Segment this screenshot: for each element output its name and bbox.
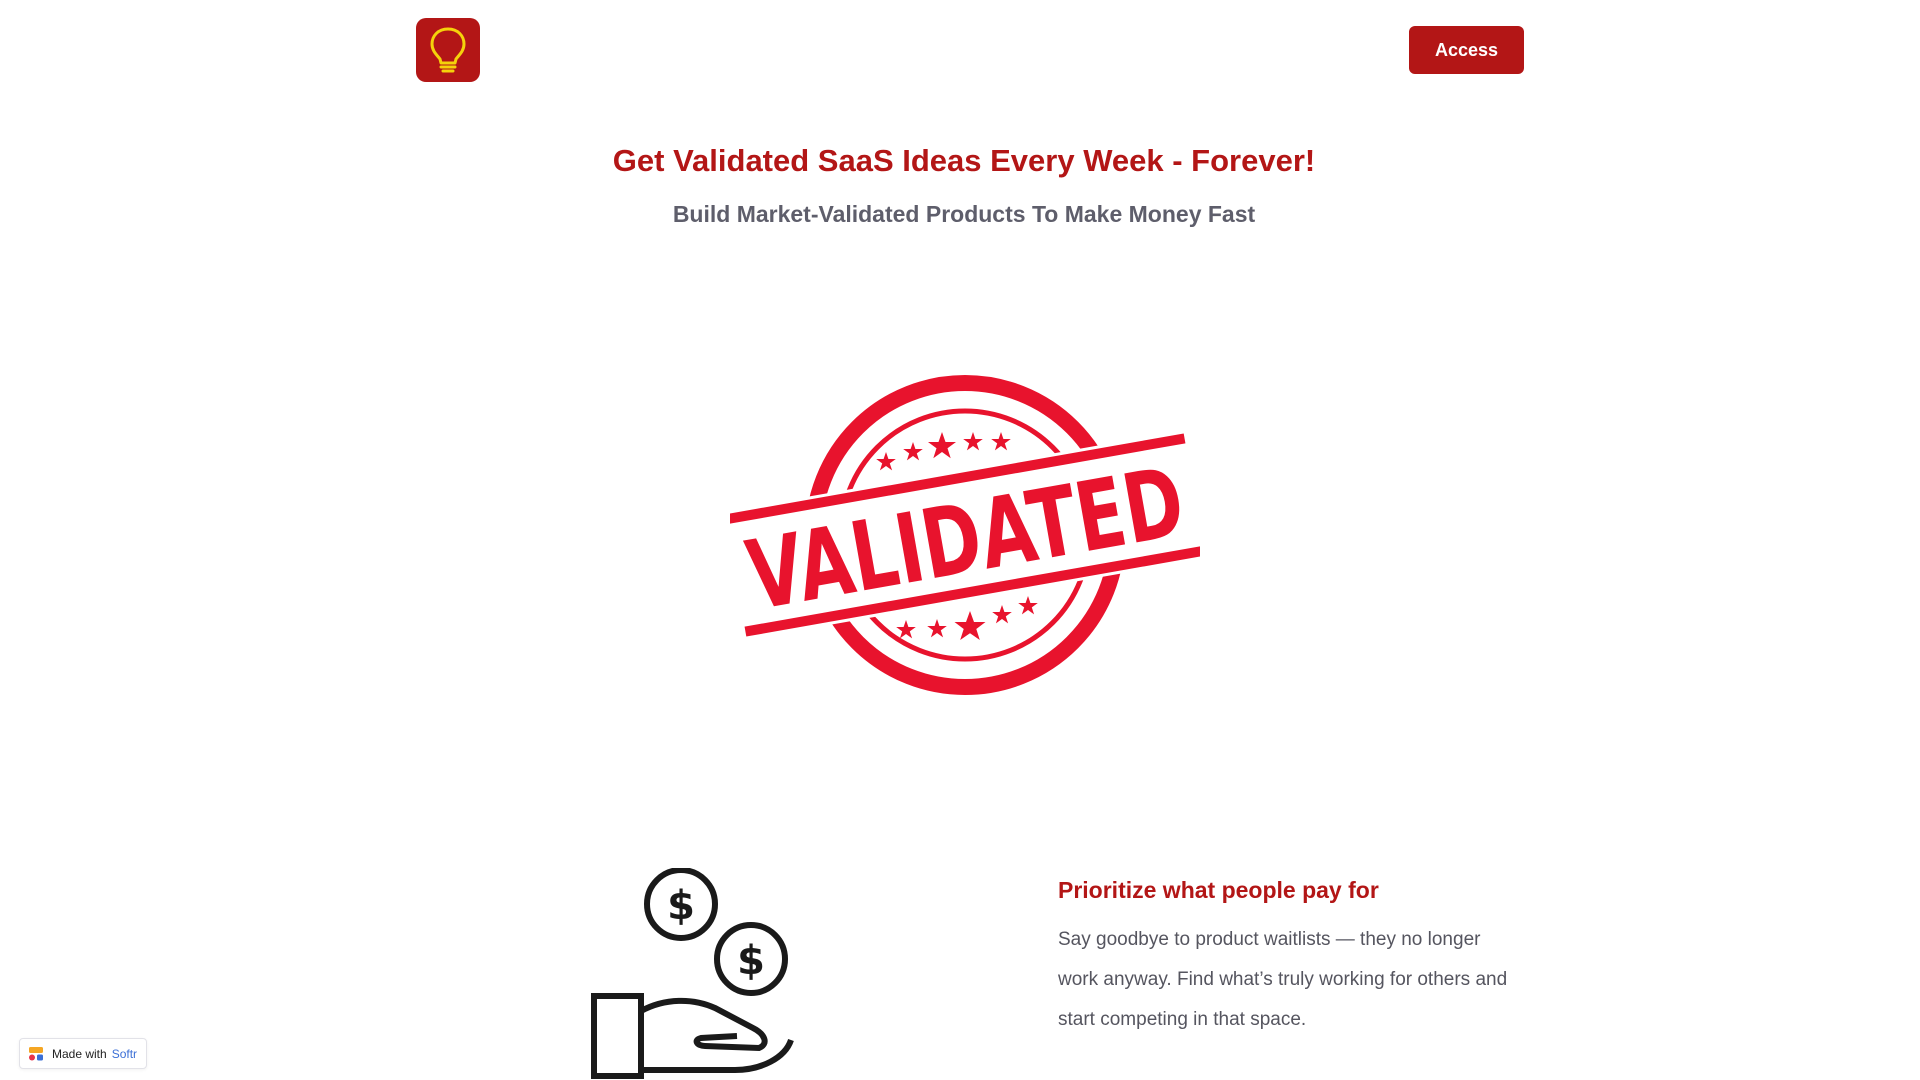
coin-dollar-sign: $	[667, 883, 695, 929]
hero-subtitle: Build Market-Validated Products To Make …	[672, 201, 1256, 227]
access-button[interactable]: Access	[1409, 26, 1524, 74]
site-header: Access	[0, 0, 1920, 100]
made-with-softr-badge[interactable]: Made with Softr	[19, 1038, 148, 1069]
hand-coins-icon: $ $	[591, 868, 794, 1079]
hero-title: Get Validated SaaS Ideas Every Week - Fo…	[612, 143, 1316, 178]
landing-page: Access Get Validated SaaS Ideas Every We…	[0, 0, 1920, 1080]
badge-brand[interactable]: Softr	[112, 1047, 137, 1061]
feature-description: Say goodbye to product waitlists — they …	[1058, 929, 1508, 1030]
badge-prefix: Made with	[52, 1046, 107, 1061]
coin-dollar-sign: $	[737, 938, 765, 984]
validated-stamp-icon: VALIDATED	[730, 375, 1200, 695]
lightbulb-icon	[430, 27, 466, 73]
stamp-banner: VALIDATED	[730, 429, 1200, 641]
site-logo[interactable]	[416, 18, 480, 82]
feature-title: Prioritize what people pay for	[1058, 877, 1379, 903]
softr-logo-icon	[29, 1046, 43, 1060]
